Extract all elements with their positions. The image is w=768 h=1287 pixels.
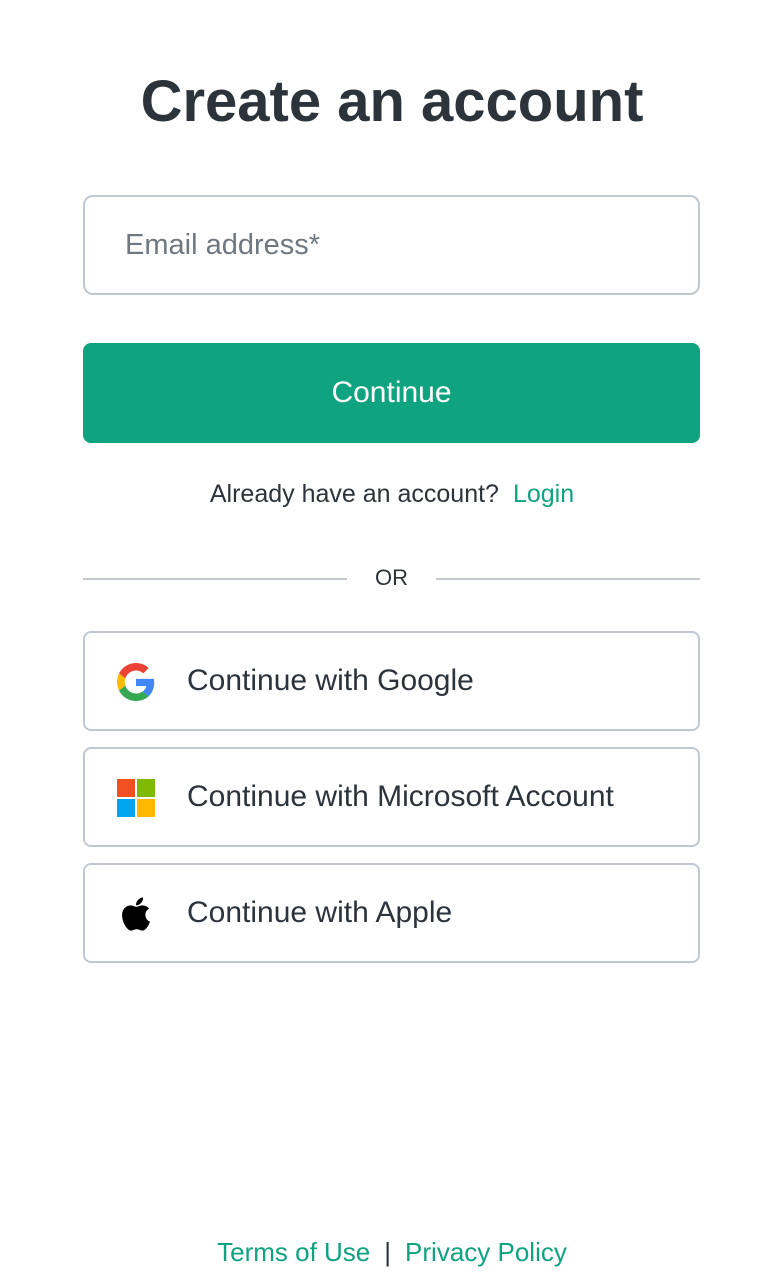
footer-separator: | — [384, 1237, 392, 1267]
email-field-container — [83, 195, 700, 295]
continue-with-apple-button[interactable]: Continue with Apple — [83, 863, 700, 963]
divider-line-right — [436, 578, 700, 580]
login-link[interactable]: Login — [513, 480, 574, 508]
continue-button[interactable]: Continue — [83, 343, 700, 443]
continue-with-microsoft-button[interactable]: Continue with Microsoft Account — [83, 747, 700, 847]
apple-icon — [122, 897, 150, 931]
microsoft-icon — [117, 779, 155, 817]
divider-line-left — [83, 578, 347, 580]
terms-of-use-link[interactable]: Terms of Use — [217, 1237, 370, 1267]
divider-label: OR — [375, 565, 408, 590]
login-prompt-text: Already have an account? — [209, 480, 499, 508]
privacy-policy-link[interactable]: Privacy Policy — [405, 1237, 567, 1267]
apple-button-label: Continue with Apple — [187, 896, 453, 929]
microsoft-button-label: Continue with Microsoft Account — [187, 780, 614, 813]
google-button-label: Continue with Google — [187, 664, 474, 697]
email-field[interactable] — [85, 197, 698, 293]
login-prompt: Already have an account? Login — [0, 474, 768, 514]
footer: Terms of Use | Privacy Policy — [0, 1234, 768, 1270]
continue-with-google-button[interactable]: Continue with Google — [83, 631, 700, 731]
google-icon — [117, 663, 155, 701]
page-title: Create an account — [140, 69, 644, 134]
